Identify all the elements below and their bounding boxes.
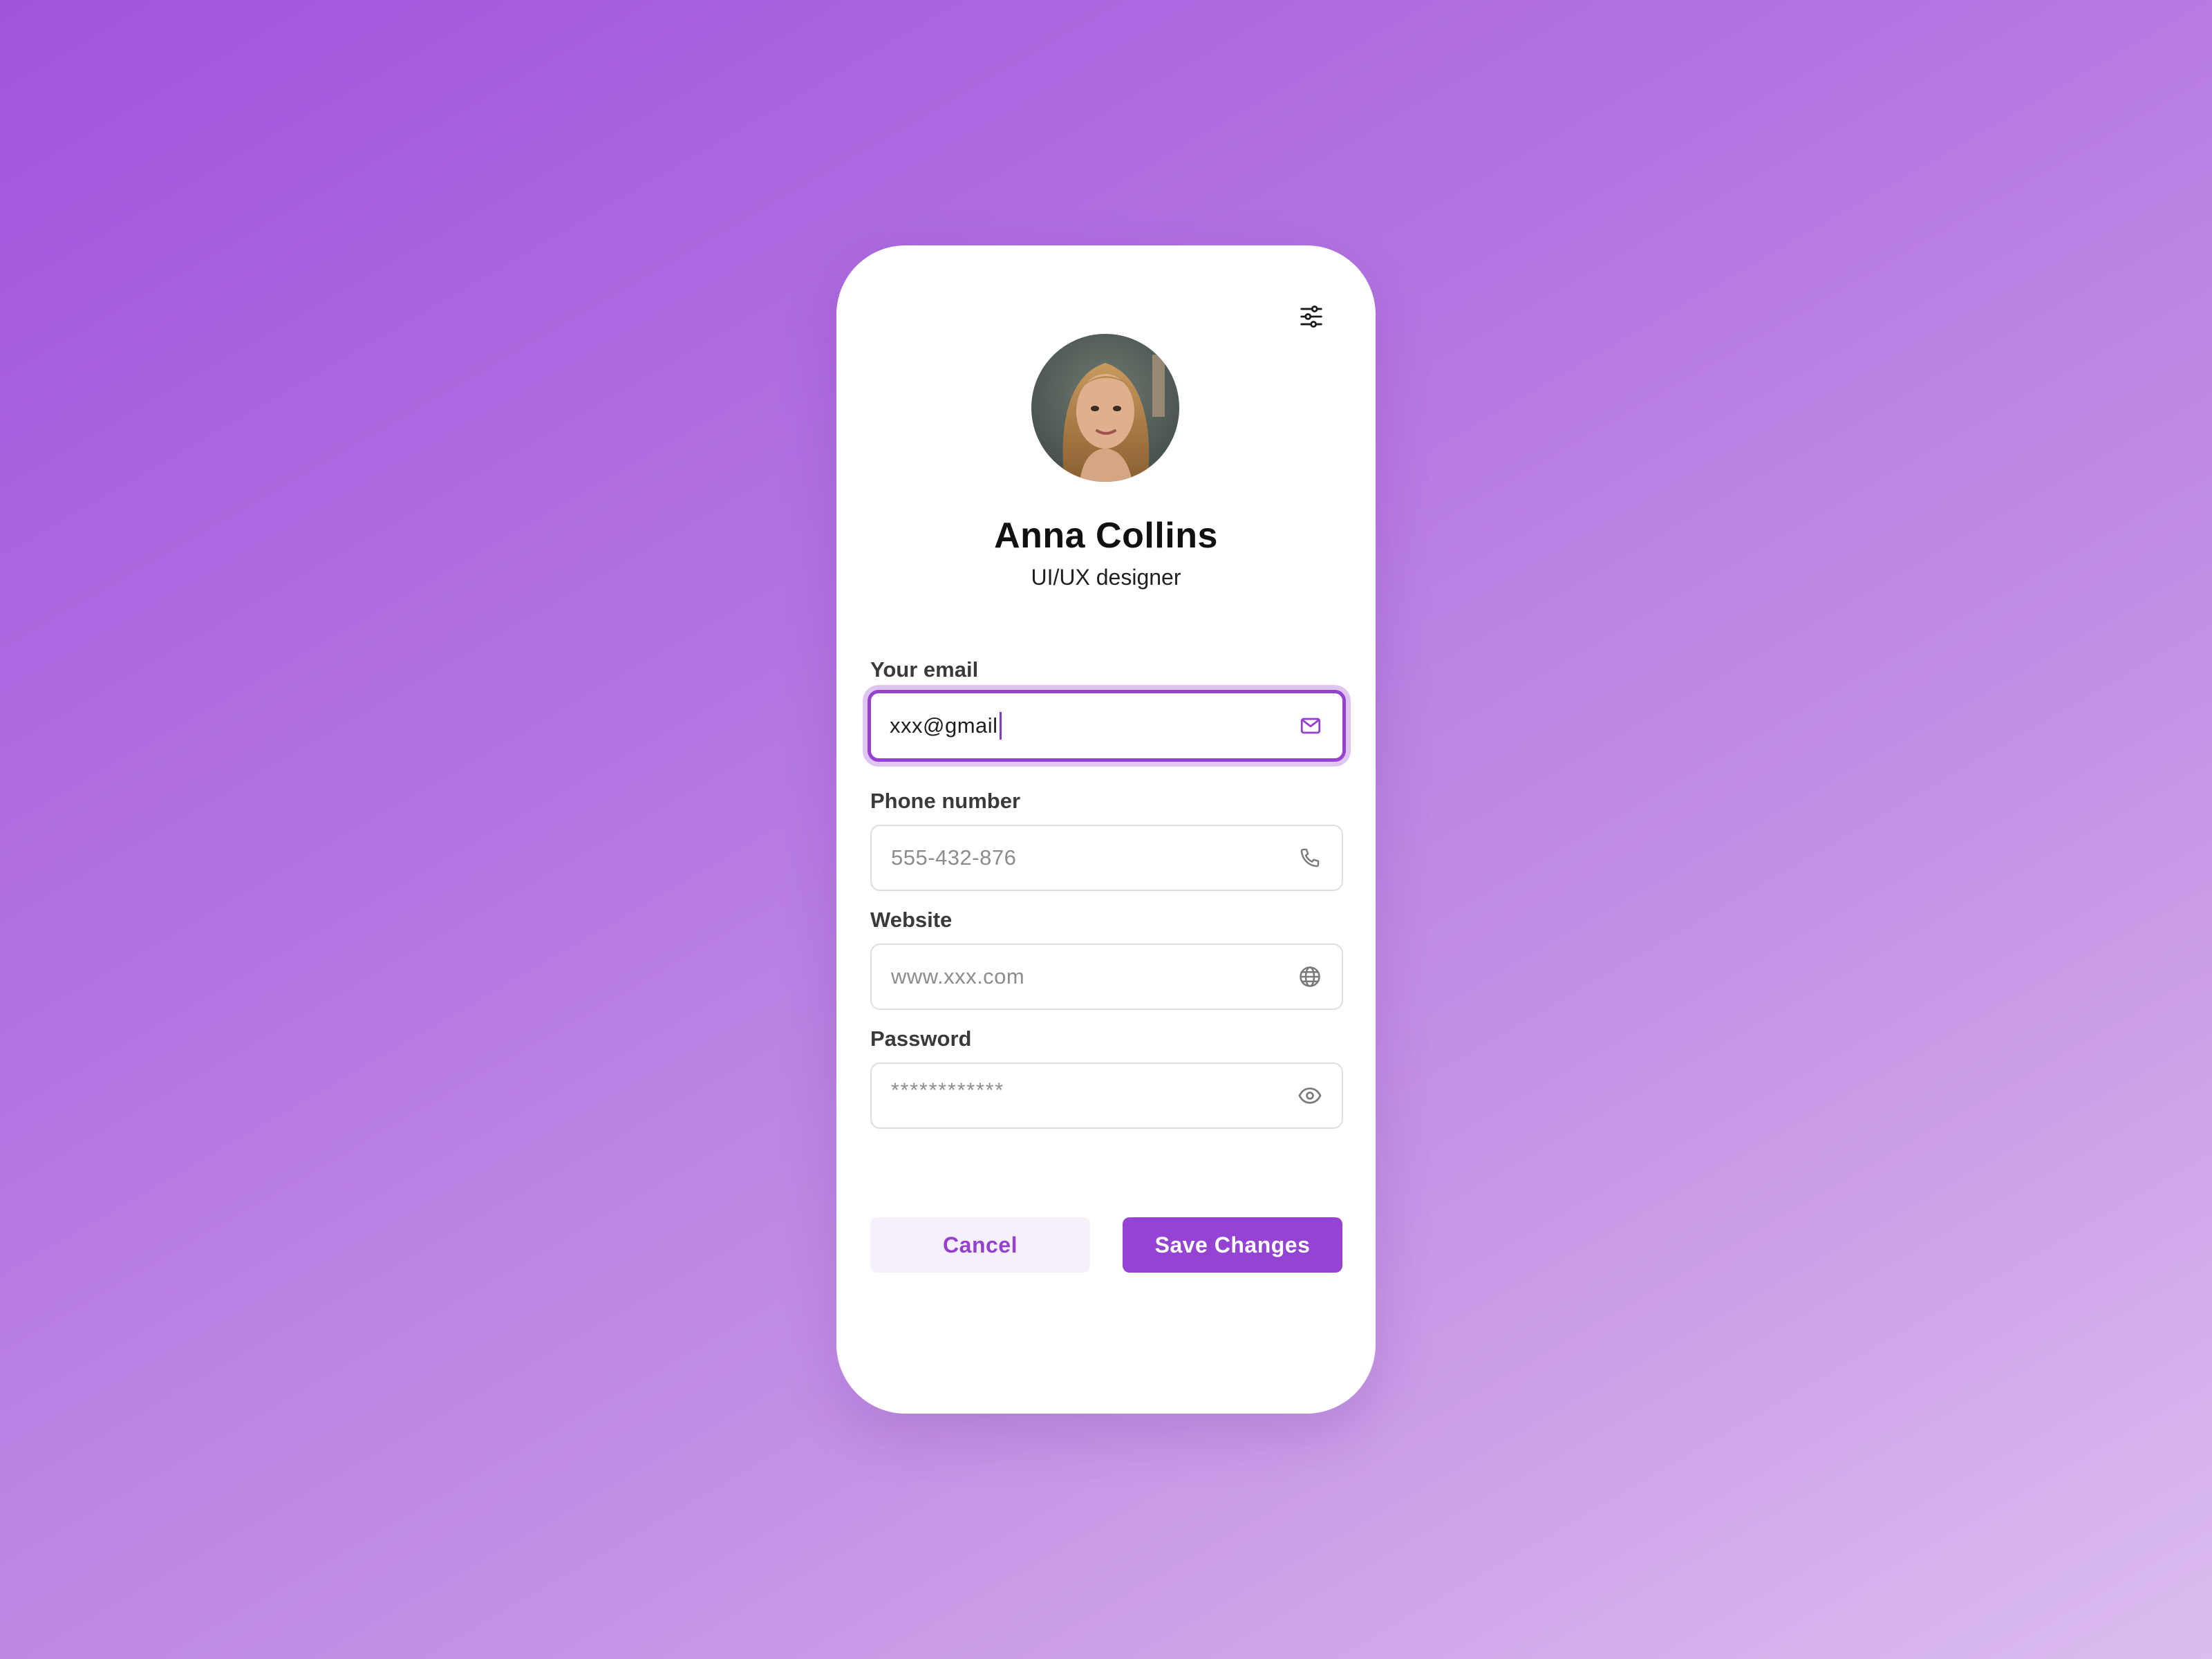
- phone-placeholder: 555-432-876: [891, 845, 1017, 870]
- website-label: Website: [870, 908, 953, 932]
- website-field[interactable]: www.xxx.com: [870, 944, 1343, 1010]
- password-label: Password: [870, 1027, 972, 1051]
- profile-card: Anna Collins UI/UX designer Your email x…: [836, 245, 1376, 1414]
- email-field[interactable]: xxx@gmail: [868, 690, 1346, 762]
- globe-icon: [1296, 963, 1324, 991]
- website-placeholder: www.xxx.com: [891, 964, 1025, 988]
- password-field[interactable]: ************: [870, 1062, 1343, 1129]
- eye-icon[interactable]: [1296, 1082, 1324, 1109]
- phone-field[interactable]: 555-432-876: [870, 825, 1343, 891]
- save-changes-button[interactable]: Save Changes: [1123, 1217, 1342, 1273]
- password-placeholder: ************: [891, 1079, 1005, 1102]
- cancel-button[interactable]: Cancel: [870, 1217, 1090, 1273]
- email-value: xxx@gmail: [890, 713, 998, 738]
- avatar[interactable]: [1031, 334, 1179, 482]
- email-label: Your email: [870, 657, 979, 682]
- phone-label: Phone number: [870, 789, 1021, 813]
- settings-button[interactable]: [1287, 294, 1335, 342]
- sliders-icon: [1298, 303, 1324, 333]
- profile-name: Anna Collins: [994, 516, 1218, 556]
- profile-role: UI/UX designer: [1031, 565, 1181, 590]
- mail-icon: [1297, 712, 1324, 740]
- text-caret: [999, 712, 1002, 740]
- phone-icon: [1296, 844, 1324, 872]
